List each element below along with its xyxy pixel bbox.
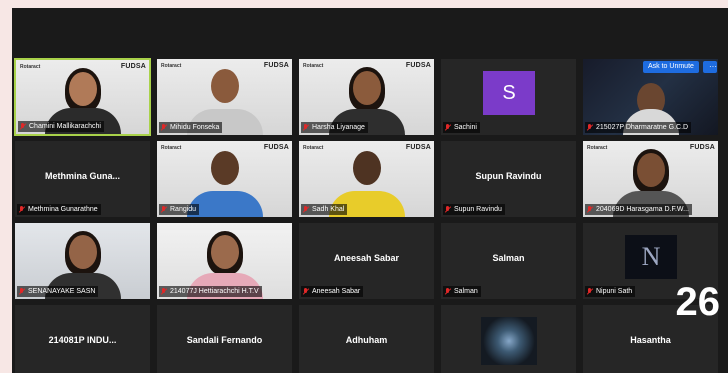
mic-off-icon: [19, 288, 25, 295]
participant-center-name: Adhuham: [345, 335, 388, 345]
rotaract-logo: Rotaract: [161, 63, 182, 69]
mic-off-icon: [161, 206, 167, 213]
fudsa-logo: FUDSA: [120, 63, 146, 70]
participant-tile[interactable]: Rotaract FUDSA Chamini Mallikarachchi: [14, 58, 151, 136]
rotaract-logo: Rotaract: [303, 63, 324, 69]
mic-off-icon: [303, 124, 309, 131]
participant-tile[interactable]: Methmina Guna... Methmina Gunarathne: [14, 140, 151, 218]
participant-name-label: Mihidu Fonseka: [159, 122, 223, 133]
meeting-gallery-view: Rotaract FUDSA Chamini Mallikarachchi Ro…: [12, 8, 728, 373]
fudsa-logo: FUDSA: [689, 144, 715, 151]
participant-tile[interactable]: Sandali Fernando: [156, 304, 293, 373]
participant-tile[interactable]: [440, 304, 577, 373]
participant-center-name: Aneesah Sabar: [333, 253, 400, 263]
participant-center-name: Supun Ravindu: [475, 171, 542, 181]
mic-off-icon: [19, 206, 25, 213]
rotaract-logo: Rotaract: [20, 64, 41, 70]
participant-tile[interactable]: Rotaract FUDSA Rangidu: [156, 140, 293, 218]
rotaract-logo: Rotaract: [587, 145, 608, 151]
mic-off-icon: [587, 288, 593, 295]
participant-tile[interactable]: S Sachini: [440, 58, 577, 136]
participant-center-name: Hasantha: [630, 335, 671, 345]
mic-off-icon: [587, 206, 593, 213]
mic-off-icon: [445, 206, 451, 213]
participant-name-label: Chamini Mallikarachchi: [18, 121, 104, 132]
mic-off-icon: [161, 124, 167, 131]
mic-off-icon: [161, 288, 167, 295]
participant-name-label: SENANAYAKE SASN: [17, 286, 99, 297]
participant-name-label: Harsha Liyanage: [301, 122, 368, 133]
mic-off-icon: [303, 206, 309, 213]
participant-avatar: N: [625, 235, 677, 279]
mic-off-icon: [587, 124, 593, 131]
participant-name-label: Rangidu: [159, 204, 200, 215]
participant-tile[interactable]: Adhuham: [298, 304, 435, 373]
participant-name-label: Salman: [443, 286, 481, 297]
ask-to-unmute-button[interactable]: Ask to Unmute: [643, 61, 699, 73]
participant-tile[interactable]: Supun Ravindu Supun Ravindu: [440, 140, 577, 218]
fudsa-logo: FUDSA: [405, 62, 431, 69]
page-number: 26: [675, 280, 721, 324]
participant-name-label: Supun Ravindu: [443, 204, 505, 215]
participant-tile[interactable]: Rotaract FUDSA Sadh Khal: [298, 140, 435, 218]
participant-tile[interactable]: Rotaract FUDSA 204069D Harasgama D.F.W..…: [582, 140, 719, 218]
participant-tile[interactable]: 214077J Hettiarachchi H.T.V: [156, 222, 293, 300]
participant-tile[interactable]: Salman Salman: [440, 222, 577, 300]
participant-thumbnail: [481, 317, 537, 365]
mic-off-icon: [20, 123, 26, 130]
participant-tile[interactable]: Rotaract FUDSA Mihidu Fonseka: [156, 58, 293, 136]
fudsa-logo: FUDSA: [263, 144, 289, 151]
mic-off-icon: [303, 288, 309, 295]
participant-name-label: 214077J Hettiarachchi H.T.V: [159, 286, 262, 297]
participant-tile[interactable]: Rotaract FUDSA Harsha Liyanage: [298, 58, 435, 136]
participant-name-label: 215027P Dharmaratne G.C.D: [585, 122, 692, 133]
participant-name-label: Methmina Gunarathne: [17, 204, 101, 215]
fudsa-logo: FUDSA: [405, 144, 431, 151]
participant-name-label: Sachini: [443, 122, 480, 133]
rotaract-logo: Rotaract: [303, 145, 324, 151]
participant-name-label: Nipuni Sath: [585, 286, 636, 297]
participant-tile[interactable]: SENANAYAKE SASN: [14, 222, 151, 300]
participant-center-name: Sandali Fernando: [186, 335, 263, 345]
participant-tile[interactable]: Ask to Unmute ··· 215027P Dharmaratne G.…: [582, 58, 719, 136]
more-options-button[interactable]: ···: [703, 61, 717, 73]
rotaract-logo: Rotaract: [161, 145, 182, 151]
participant-center-name: Salman: [492, 253, 525, 263]
participant-name-label: 204069D Harasgama D.F.W...: [585, 204, 692, 215]
participant-center-name: Methmina Guna...: [44, 171, 120, 181]
mic-off-icon: [445, 124, 451, 131]
fudsa-logo: FUDSA: [263, 62, 289, 69]
participant-avatar: S: [483, 71, 535, 115]
participant-center-name: 214081P INDU...: [48, 335, 117, 345]
participant-tile[interactable]: Aneesah Sabar Aneesah Sabar: [298, 222, 435, 300]
participant-tile[interactable]: 214081P INDU...: [14, 304, 151, 373]
participant-name-label: Sadh Khal: [301, 204, 348, 215]
mic-off-icon: [445, 288, 451, 295]
participant-name-label: Aneesah Sabar: [301, 286, 364, 297]
